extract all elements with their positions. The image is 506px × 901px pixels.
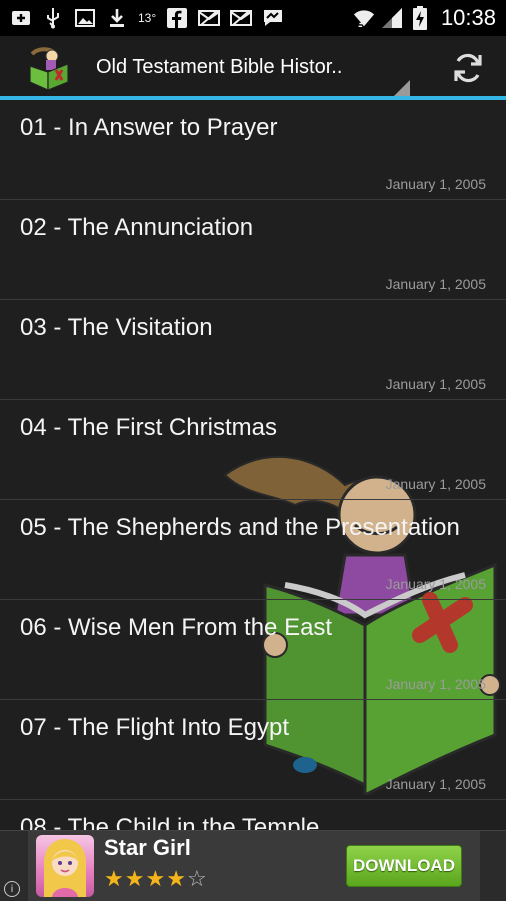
mail-off-icon	[230, 7, 253, 29]
list-item[interactable]: 05 - The Shepherds and the Presentation …	[0, 500, 506, 600]
star-filled-icon: ★	[145, 867, 167, 892]
refresh-icon	[454, 53, 482, 83]
download-icon	[106, 7, 128, 29]
battery-charging-icon	[409, 6, 431, 30]
mail-off-icon	[198, 7, 221, 29]
list-item[interactable]: 07 - The Flight Into Egypt January 1, 20…	[0, 700, 506, 800]
star-filled-icon: ★	[104, 867, 125, 892]
app-logo-icon[interactable]	[26, 44, 72, 92]
list-item-title: 03 - The Visitation	[20, 314, 213, 341]
list-item[interactable]: 02 - The Annunciation January 1, 2005	[0, 200, 506, 300]
list-item-title: 04 - The First Christmas	[20, 414, 277, 441]
list-item-date: January 1, 2005	[385, 476, 486, 492]
ad-banner[interactable]: Star Girl ★★★★☆ DOWNLOAD i	[0, 830, 506, 901]
temperature-text: 13°	[138, 11, 157, 25]
add-icon	[10, 7, 32, 29]
list-item-title: 06 - Wise Men From the East	[20, 614, 333, 641]
image-icon	[74, 7, 96, 29]
list-item[interactable]: 01 - In Answer to Prayer January 1, 2005	[0, 100, 506, 200]
wifi-icon	[353, 7, 375, 29]
ad-rating-stars: ★★★★☆	[104, 867, 208, 892]
list-item-date: January 1, 2005	[385, 276, 486, 292]
list-item-date: January 1, 2005	[385, 776, 486, 792]
clock-text: 10:38	[440, 5, 496, 30]
story-list[interactable]: 01 - In Answer to Prayer January 1, 2005…	[0, 100, 506, 830]
list-item-title: 08 - The Child in the Temple	[20, 814, 320, 830]
star-filled-icon: ★	[124, 867, 146, 892]
dropdown-indicator-icon[interactable]	[394, 80, 410, 96]
ad-content[interactable]: Star Girl ★★★★☆ DOWNLOAD	[28, 831, 480, 901]
list-item-date: January 1, 2005	[385, 176, 486, 192]
action-bar: Old Testament Bible Histor..	[0, 36, 506, 100]
list-item[interactable]: 08 - The Child in the Temple	[0, 800, 506, 830]
ad-app-thumbnail[interactable]	[36, 835, 94, 897]
list-item-date: January 1, 2005	[385, 576, 486, 592]
messenger-icon	[262, 7, 284, 29]
list-item-date: January 1, 2005	[385, 376, 486, 392]
list-item[interactable]: 04 - The First Christmas January 1, 2005	[0, 400, 506, 500]
ad-download-button[interactable]: DOWNLOAD	[346, 845, 462, 887]
star-empty-icon: ☆	[186, 867, 208, 892]
facebook-icon	[166, 7, 188, 29]
list-item[interactable]: 06 - Wise Men From the East January 1, 2…	[0, 600, 506, 700]
page-title[interactable]: Old Testament Bible Histor..	[96, 56, 342, 79]
list-item-date: January 1, 2005	[385, 676, 486, 692]
list-item-title: 01 - In Answer to Prayer	[20, 114, 278, 141]
list-item-title: 07 - The Flight Into Egypt	[20, 714, 290, 741]
status-bar: 13° 10:38	[0, 0, 506, 36]
list-item[interactable]: 03 - The Visitation January 1, 2005	[0, 300, 506, 400]
refresh-button[interactable]	[446, 48, 490, 88]
star-filled-icon: ★	[166, 867, 187, 892]
ad-info-icon[interactable]: i	[4, 881, 20, 897]
list-item-title: 02 - The Annunciation	[20, 214, 254, 241]
ad-app-name[interactable]: Star Girl	[104, 835, 191, 861]
usb-icon	[42, 7, 64, 29]
list-item-title: 05 - The Shepherds and the Presentation	[20, 514, 460, 541]
signal-icon	[381, 7, 403, 29]
